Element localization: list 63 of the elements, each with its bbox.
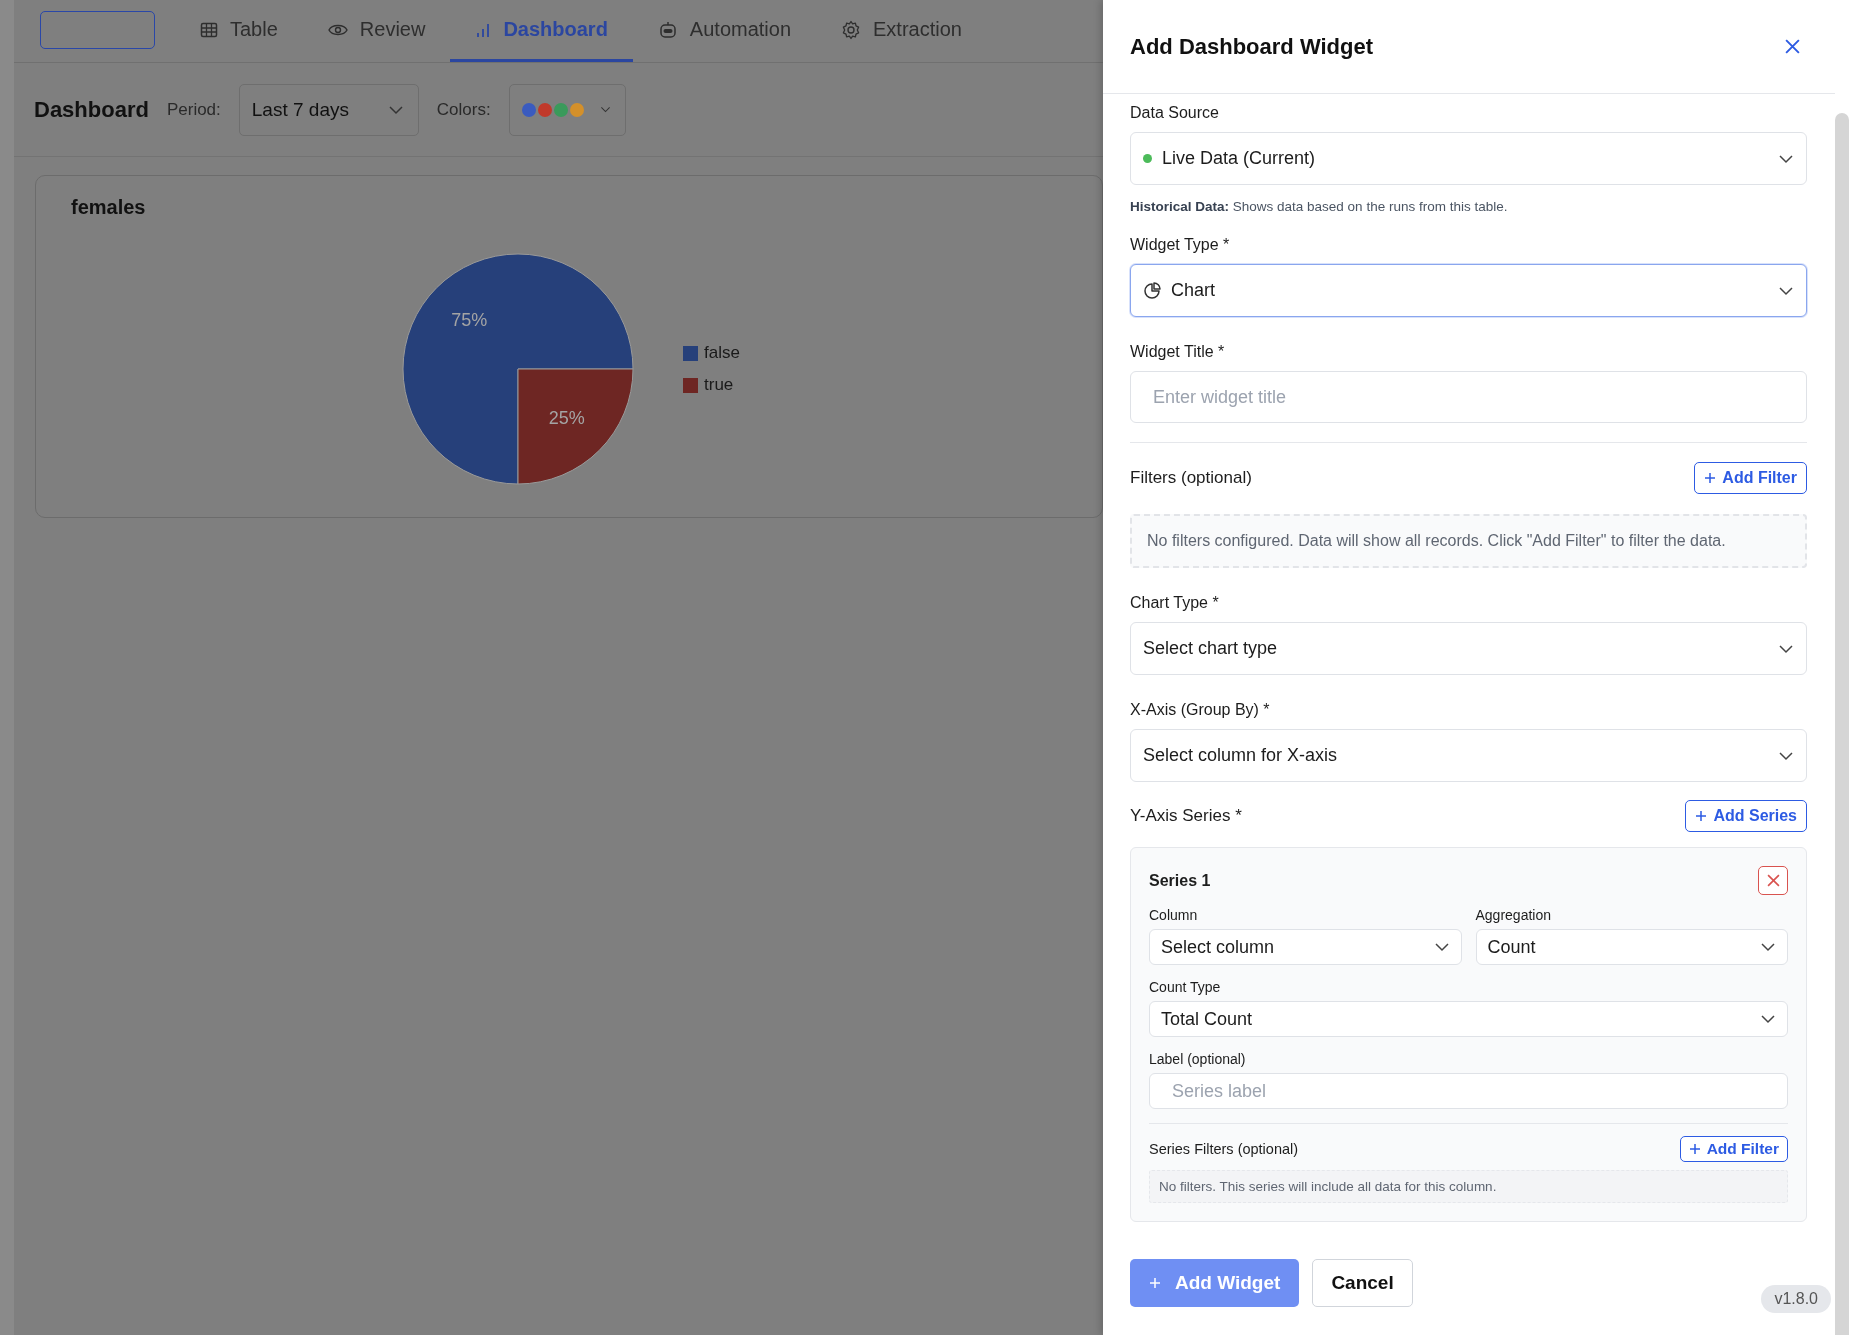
field-label: Label (optional)	[1149, 1051, 1247, 1067]
label-input[interactable]: Series label	[1149, 1073, 1788, 1109]
period-label: Period:	[166, 99, 221, 120]
nav-tab[interactable]: Extraction	[816, 0, 987, 62]
close-icon	[1784, 38, 1801, 55]
section-label: Filters (optional)	[1130, 468, 1252, 488]
bar-chart-icon	[475, 21, 492, 38]
legend-label: true	[704, 375, 734, 395]
title-input[interactable]: Enter widget title	[1130, 371, 1807, 423]
panel-title: Add Dashboard Widget	[1130, 33, 1374, 60]
select-field[interactable]: Chart	[1130, 264, 1807, 317]
version-badge: v1.8.0	[1761, 1285, 1831, 1313]
field-label: Data Source	[1130, 104, 1220, 122]
add-series-button[interactable]: Add Series	[1685, 800, 1807, 832]
select-field[interactable]: Total Count	[1149, 1001, 1788, 1037]
field-label: Column	[1149, 907, 1199, 923]
section-label: Y-Axis Series *	[1130, 806, 1242, 826]
gear-icon	[841, 19, 862, 40]
add-widget-button[interactable]: Add Widget	[1130, 1259, 1300, 1307]
select-field[interactable]: Select column for X-axis	[1130, 729, 1807, 782]
plus-icon	[1704, 472, 1717, 484]
field-label: Widget Title *	[1130, 343, 1226, 361]
nav-tab[interactable]: Automation	[632, 0, 817, 62]
select-field[interactable]: Live Data (Current)	[1130, 132, 1807, 185]
colors-label: Colors:	[436, 99, 491, 120]
field-label: Aggregation	[1475, 907, 1552, 923]
field-label: Chart Type *	[1130, 594, 1220, 612]
legend-swatch	[683, 345, 699, 361]
plus-icon	[1149, 1277, 1161, 1289]
widget-title: females	[71, 196, 147, 219]
robot-icon	[657, 19, 678, 40]
chevron-down-icon	[599, 104, 611, 115]
pie-chart-icon	[1143, 281, 1161, 300]
slice-label: 25%	[548, 407, 585, 428]
empty-filters-message: No filters. This series will include all data for this column.	[1149, 1170, 1788, 1203]
select-field[interactable]: Select column	[1149, 929, 1462, 965]
page-title: Dashboard	[34, 96, 149, 123]
field-label: Count Type	[1149, 979, 1222, 995]
plus-icon	[1688, 1143, 1701, 1155]
color-palette-dropdown[interactable]	[508, 83, 626, 136]
period-dropdown[interactable]: Last 7 days	[238, 83, 419, 136]
slice-label: 75%	[451, 310, 488, 331]
field-label: Widget Type *	[1130, 236, 1231, 254]
eye-icon	[327, 22, 348, 37]
section-label: Series Filters (optional)	[1149, 1141, 1299, 1157]
select-field[interactable]: Select chart type	[1130, 622, 1807, 675]
table-icon	[200, 20, 218, 39]
legend-swatch	[683, 377, 699, 393]
legend-label: false	[704, 343, 740, 363]
scrollbar[interactable]	[1835, 113, 1849, 1335]
hint-text: Historical Data: Shows data based on the runs from this table.	[1130, 199, 1509, 214]
close-icon	[1766, 874, 1780, 887]
empty-filters-message: No filters configured. Data will show all records. Click "Add Filter" to filter the data.	[1130, 514, 1807, 568]
add-filter-button[interactable]: Add Filter	[1694, 462, 1807, 494]
nav-tab[interactable]: Review	[302, 0, 451, 62]
nav-tab[interactable]: Table	[175, 0, 303, 62]
remove-series-button[interactable]	[1758, 866, 1788, 895]
select-field[interactable]: Count	[1475, 929, 1788, 965]
field-label: X-Axis (Group By) *	[1130, 701, 1271, 719]
series-title: Series 1	[1149, 871, 1211, 890]
add-filter-button[interactable]: Add Filter	[1679, 1136, 1788, 1162]
cancel-button[interactable]: Cancel	[1312, 1259, 1413, 1307]
plus-icon	[1695, 810, 1708, 822]
